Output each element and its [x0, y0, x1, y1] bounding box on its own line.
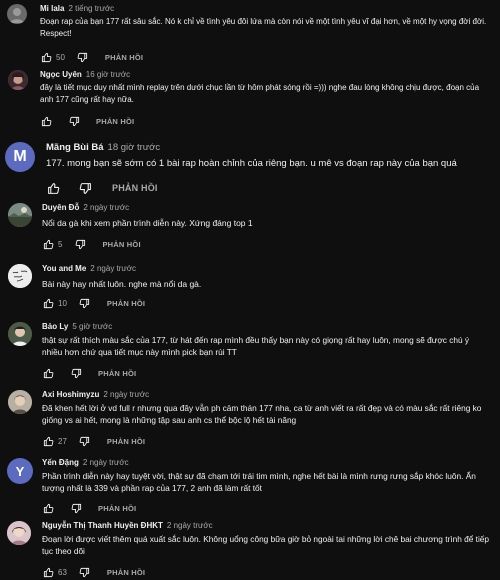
timestamp[interactable]: 2 tiếng trước	[68, 4, 114, 13]
reply-button[interactable]: PHẢN HỒI	[107, 437, 145, 446]
timestamp[interactable]: 2 ngày trước	[83, 458, 129, 467]
timestamp[interactable]: 2 ngày trước	[83, 203, 129, 212]
timestamp[interactable]: 18 giờ trước	[108, 142, 161, 153]
thumb-up-icon[interactable]	[40, 51, 52, 63]
comment-actions: 27 PHẢN HỒI	[42, 434, 145, 448]
reply-button[interactable]: PHẢN HỒI	[107, 299, 145, 308]
reply-button[interactable]: PHẢN HỒI	[105, 53, 143, 62]
thumb-up-icon[interactable]	[42, 238, 54, 250]
thumb-down-icon[interactable]	[79, 435, 91, 447]
comment-header: Mi lala 2 tiếng trước	[40, 4, 114, 13]
like-count: 10	[58, 298, 67, 308]
comment-header: Axi Hoshimyzu 2 ngày trước	[42, 390, 149, 399]
avatar[interactable]	[8, 70, 28, 90]
comment-actions: 63 PHẢN HỒI	[42, 565, 145, 579]
comment-header: Nguyễn Thị Thanh Huyền ĐHKT 2 ngày trước	[42, 521, 213, 530]
thumb-up-icon[interactable]	[46, 181, 60, 195]
avatar[interactable]: Y	[7, 458, 33, 484]
comment-item: Nguyễn Thị Thanh Huyền ĐHKT 2 ngày trước …	[0, 521, 500, 579]
avatar-letter: Y	[15, 463, 25, 479]
comment-text: Đoạn lời được viết thêm quá xuất sắc luô…	[42, 534, 490, 557]
author-name[interactable]: Mãng Bùi Bá	[46, 142, 104, 153]
thumb-down-icon[interactable]	[74, 238, 86, 250]
avatar[interactable]	[7, 4, 27, 24]
avatar-letter: M	[13, 148, 27, 165]
comment-item: Ngọc Uyên 16 giờ trước đây là tiết mục du…	[0, 70, 500, 132]
comment-text: đây là tiết mục duy nhất mình replay trê…	[40, 83, 480, 104]
comment-item: Y Yến Đặng 2 ngày trước Phần trình diễn n…	[0, 458, 500, 516]
avatar[interactable]: M	[5, 142, 35, 172]
reply-button[interactable]: PHẢN HỒI	[96, 117, 134, 126]
thumb-up-icon[interactable]	[42, 297, 54, 309]
comment-actions: PHẢN HỒI	[46, 180, 158, 196]
comment-item: Duyên Đỗ 2 ngày trước Nổi da gà khi xem p…	[0, 203, 500, 253]
comment-actions: 50 PHẢN HỒI	[40, 50, 143, 64]
like-count: 50	[56, 52, 65, 62]
avatar[interactable]	[8, 264, 32, 288]
comment-item: You and Me 2 ngày trước Bài này hay nhất …	[0, 264, 500, 314]
comment-item: Axi Hoshimyzu 2 ngày trước Đã khen hết lờ…	[0, 390, 500, 452]
comment-text: Nổi da gà khi xem phần trình diễn này. X…	[42, 218, 253, 228]
reply-button[interactable]: PHẢN HỒI	[107, 568, 145, 577]
thumb-down-icon[interactable]	[70, 502, 82, 514]
comment-item: Mi lala 2 tiếng trước Đoạn rap của bạn 17…	[0, 4, 500, 66]
comment-header: Duyên Đỗ 2 ngày trước	[42, 203, 129, 212]
author-name[interactable]: Axi Hoshimyzu	[42, 390, 99, 399]
comment-text: 177. mong bạn sẽ sớm có 1 bài rap hoàn c…	[46, 158, 457, 169]
comment-text: thật sự rất thích màu sắc của 177, từ há…	[42, 335, 470, 358]
comment-text: Phần trình diễn này hay tuyệt vời, thật …	[42, 471, 476, 494]
thumb-up-icon[interactable]	[42, 566, 54, 578]
avatar[interactable]	[8, 390, 32, 414]
author-name[interactable]: Mi lala	[40, 4, 64, 13]
author-name[interactable]: Duyên Đỗ	[42, 203, 79, 212]
like-count: 27	[58, 436, 67, 446]
comment-actions: 5 PHẢN HỒI	[42, 237, 141, 251]
thumb-down-icon[interactable]	[70, 367, 82, 379]
like-count: 63	[58, 567, 67, 577]
timestamp[interactable]: 16 giờ trước	[86, 70, 130, 79]
comment-actions: PHẢN HỒI	[42, 501, 136, 515]
comment-item: Bảo Ly 5 giờ trước thật sự rất thích màu …	[0, 322, 500, 382]
reply-button[interactable]: PHẢN HỒI	[98, 504, 136, 513]
author-name[interactable]: Yến Đặng	[42, 458, 79, 467]
author-name[interactable]: You and Me	[42, 264, 86, 273]
thumb-up-icon[interactable]	[42, 367, 54, 379]
comment-text: Đoạn rap của bạn 177 rất sâu sắc. Nó k c…	[40, 17, 487, 38]
comment-actions: PHẢN HỒI	[40, 114, 134, 128]
author-name[interactable]: Bảo Ly	[42, 322, 68, 331]
comment-actions: 10 PHẢN HỒI	[42, 296, 145, 310]
author-name[interactable]: Ngọc Uyên	[40, 70, 82, 79]
avatar[interactable]	[8, 203, 32, 227]
thumb-up-icon[interactable]	[42, 435, 54, 447]
thumb-down-icon[interactable]	[79, 297, 91, 309]
timestamp[interactable]: 5 giờ trước	[72, 322, 112, 331]
comment-header: Mãng Bùi Bá 18 giờ trước	[46, 142, 160, 153]
thumb-up-icon[interactable]	[42, 502, 54, 514]
comment-header: Ngọc Uyên 16 giờ trước	[40, 70, 130, 79]
comment-header: Yến Đặng 2 ngày trước	[42, 458, 129, 467]
timestamp[interactable]: 2 ngày trước	[90, 264, 136, 273]
thumb-down-icon[interactable]	[78, 181, 92, 195]
reply-button[interactable]: PHẢN HỒI	[112, 183, 158, 193]
comment-header: You and Me 2 ngày trước	[42, 264, 136, 273]
comment-header: Bảo Ly 5 giờ trước	[42, 322, 112, 331]
comment-actions: PHẢN HỒI	[42, 366, 136, 380]
comment-item: M Mãng Bùi Bá 18 giờ trước 177. mong bạn …	[0, 142, 500, 198]
reply-button[interactable]: PHẢN HỒI	[98, 369, 136, 378]
thumb-down-icon[interactable]	[79, 566, 91, 578]
thumb-up-icon[interactable]	[40, 115, 52, 127]
thumb-down-icon[interactable]	[68, 115, 80, 127]
avatar[interactable]	[8, 322, 32, 346]
comment-text: Đã khen hết lời ở vd full r nhưng qua đâ…	[42, 403, 482, 426]
reply-button[interactable]: PHẢN HỒI	[102, 240, 140, 249]
avatar[interactable]	[7, 521, 31, 545]
timestamp[interactable]: 2 ngày trước	[103, 390, 149, 399]
like-count: 5	[58, 239, 63, 249]
author-name[interactable]: Nguyễn Thị Thanh Huyền ĐHKT	[42, 521, 163, 530]
timestamp[interactable]: 2 ngày trước	[167, 521, 213, 530]
thumb-down-icon[interactable]	[77, 51, 89, 63]
comment-text: Bài này hay nhất luôn. nghe mà nổi da gà…	[42, 279, 202, 289]
